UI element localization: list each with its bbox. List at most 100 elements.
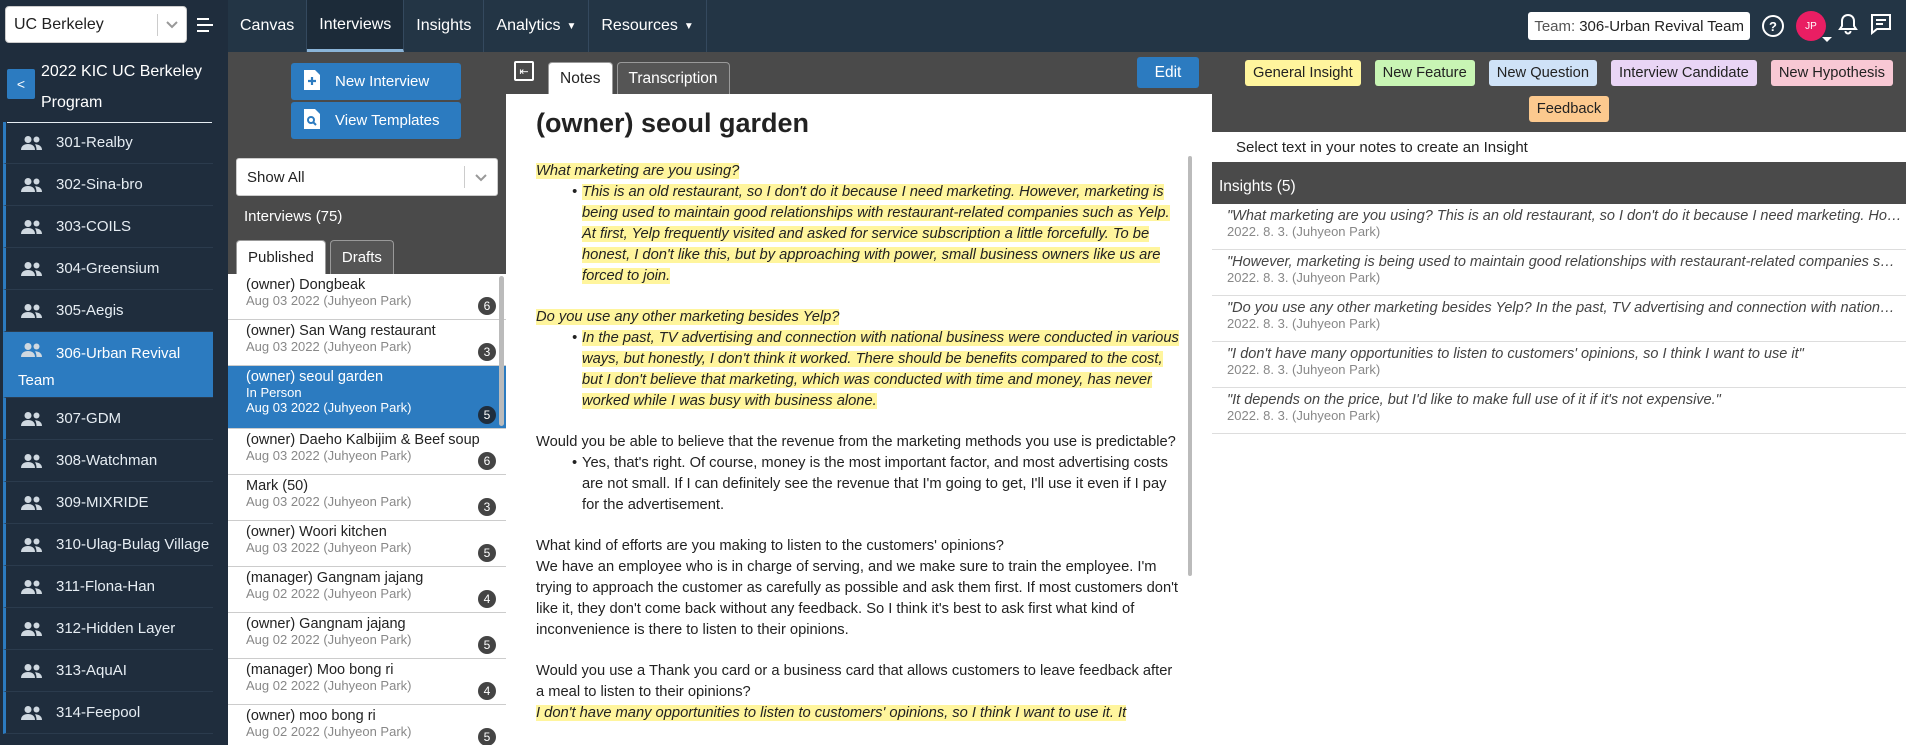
interview-list-item[interactable]: (manager) Moo bong ri Aug 02 2022 (Juhyeo… <box>228 659 506 705</box>
help-icon[interactable]: ? <box>1762 15 1784 37</box>
insight-text: "It depends on the price, but I'd like t… <box>1227 392 1721 408</box>
insight-tag-button[interactable]: New Question <box>1488 60 1597 86</box>
tab-transcription[interactable]: Transcription <box>616 62 730 94</box>
sidebar-item-label: 309-MIXRIDE <box>56 494 149 511</box>
people-icon <box>20 261 44 277</box>
sidebar-item-team[interactable]: 308-Watchman <box>3 440 213 482</box>
interview-type: In Person <box>246 385 302 400</box>
interview-name: (manager) Gangnam jajang <box>246 570 424 586</box>
filter-value: Show All <box>247 168 305 186</box>
interview-list-item[interactable]: (owner) seoul garden In Person Aug 03 2022… <box>228 366 506 429</box>
interview-name: (manager) Moo bong ri <box>246 662 394 678</box>
tab-notes[interactable]: Notes <box>548 62 613 94</box>
nav-canvas[interactable]: Canvas <box>228 0 308 52</box>
nav-analytics[interactable]: Analytics ▼ <box>484 0 590 52</box>
sidebar-item-team[interactable]: 303-COILS <box>3 206 213 248</box>
interview-name: (owner) Gangnam jajang <box>246 616 406 632</box>
people-icon <box>20 621 44 637</box>
interview-list-item[interactable]: (owner) Woori kitchen Aug 03 2022 (Juhyeo… <box>228 521 506 567</box>
insight-tag-button[interactable]: New Hypothesis <box>1770 60 1893 86</box>
tab-drafts[interactable]: Drafts <box>329 240 394 274</box>
interview-meta: Aug 03 2022 (Juhyeon Park) <box>246 400 412 415</box>
interview-list-item[interactable]: (owner) Gangnam jajang Aug 02 2022 (Juhye… <box>228 613 506 659</box>
interview-list: (owner) Dongbeak Aug 03 2022 (Juhyeon Par… <box>228 274 506 745</box>
sidebar-item-team[interactable]: 306-Urban Revival Team <box>3 332 213 398</box>
top-nav: Canvas Interviews Insights Analytics ▼ Re… <box>228 0 1906 52</box>
back-button[interactable]: < <box>7 69 35 99</box>
insight-tag-button[interactable]: General Insight <box>1245 60 1361 86</box>
sidebar-item-team[interactable]: 302-Sina-bro <box>3 164 213 206</box>
sidebar-item-team[interactable]: 313-AquAI <box>3 650 213 692</box>
avatar[interactable]: JP <box>1796 11 1832 42</box>
interview-list-scrollbar[interactable] <box>499 276 504 426</box>
notes-scrollbar[interactable] <box>1188 156 1192 576</box>
insight-list-item[interactable]: "Do you use any other marketing besides … <box>1212 296 1906 342</box>
sidebar-item-label: 306-Urban Revival <box>56 345 181 362</box>
sidebar-item-label: 312-Hidden Layer <box>56 620 176 637</box>
filter-select[interactable]: Show All <box>236 158 498 196</box>
nav-insights[interactable]: Insights <box>404 0 485 52</box>
edit-button[interactable]: Edit <box>1137 57 1199 88</box>
insight-tag-button[interactable]: Feedback <box>1528 96 1610 122</box>
interview-meta: Aug 03 2022 (Juhyeon Park) <box>246 448 412 463</box>
team-indicator[interactable]: Team: 306-Urban Revival Team <box>1528 12 1750 40</box>
new-document-icon <box>303 69 321 95</box>
nav-resources[interactable]: Resources ▼ <box>589 0 707 52</box>
tab-published[interactable]: Published <box>236 240 326 274</box>
chat-icon[interactable] <box>1870 13 1892 39</box>
insight-count-badge: 4 <box>478 590 496 608</box>
sidebar-item-team[interactable]: 301-Realby <box>3 122 213 164</box>
top-right-controls: Team: 306-Urban Revival Team ? JP <box>1528 0 1906 52</box>
sidebar-item-label: 313-AquAI <box>56 662 127 679</box>
interview-list-item[interactable]: (manager) Gangnam jajang Aug 02 2022 (Juh… <box>228 567 506 613</box>
question: Do you use any other marketing besides Y… <box>536 309 840 325</box>
sidebar-item-team[interactable]: 304-Greensium <box>3 248 213 290</box>
sidebar-item-team[interactable]: 311-Flona-Han <box>3 566 213 608</box>
sidebar-item-team[interactable]: 307-GDM <box>3 398 213 440</box>
divider <box>464 166 465 188</box>
interview-name: (owner) San Wang restaurant <box>246 323 436 339</box>
interview-list-item[interactable]: (owner) Daeho Kalbijim & Beef soup Aug 03… <box>228 429 506 475</box>
sidebar-collapse-icon[interactable] <box>197 14 219 36</box>
view-templates-button[interactable]: View Templates <box>291 102 461 139</box>
people-icon <box>20 495 44 511</box>
insight-tag-button[interactable]: Interview Candidate <box>1611 60 1757 86</box>
notes-panel: ⇤ Notes Transcription Edit (owner) seoul… <box>506 52 1212 745</box>
team-list: 301-Realby 302-Sina-bro 303-COILS 304-Green… <box>3 122 213 734</box>
search-document-icon <box>303 108 321 134</box>
chevron-down-icon <box>166 16 178 34</box>
sidebar-item-team[interactable]: 310-Ulag-Bulag Village <box>3 524 213 566</box>
notes-body[interactable]: (owner) seoul garden What marketing are … <box>506 94 1212 745</box>
insight-count-badge: 5 <box>478 406 496 424</box>
bell-icon[interactable] <box>1838 13 1858 39</box>
people-icon <box>20 705 44 721</box>
org-select-value: UC Berkeley <box>14 15 104 33</box>
nav-interviews[interactable]: Interviews <box>307 0 405 52</box>
sidebar-item-team[interactable]: 312-Hidden Layer <box>3 608 213 650</box>
insight-list-item[interactable]: "However, marketing is being used to mai… <box>1212 250 1906 296</box>
insight-list-item[interactable]: "I don't have many opportunities to list… <box>1212 342 1906 388</box>
org-select[interactable]: UC Berkeley <box>5 6 187 43</box>
people-icon <box>20 219 44 235</box>
program-title: 2022 KIC UC Berkeley Program <box>41 63 202 111</box>
interview-list-item[interactable]: (owner) San Wang restaurant Aug 03 2022 (… <box>228 320 506 366</box>
new-interview-button[interactable]: New Interview <box>291 63 461 100</box>
question: What kind of efforts are you making to l… <box>536 538 1004 554</box>
interview-list-item[interactable]: (owner) moo bong ri Aug 02 2022 (Juhyeon … <box>228 705 506 745</box>
sidebar-item-label: 301-Realby <box>56 134 133 151</box>
interview-list-item[interactable]: (owner) Dongbeak Aug 03 2022 (Juhyeon Par… <box>228 274 506 320</box>
sidebar-item-team[interactable]: 314-Feepool <box>3 692 213 734</box>
insight-list-item[interactable]: "It depends on the price, but I'd like t… <box>1212 388 1906 434</box>
people-icon <box>20 303 44 319</box>
team-value: 306-Urban Revival Team <box>1579 17 1744 35</box>
sidebar-item-team[interactable]: 305-Aegis <box>3 290 213 332</box>
insight-list-item[interactable]: "What marketing are you using? This is a… <box>1212 204 1906 250</box>
sidebar-item-label: 303-COILS <box>56 218 132 235</box>
qa-block: What marketing are you using? This is an… <box>536 161 1182 287</box>
collapse-left-icon[interactable]: ⇤ <box>514 61 534 81</box>
insight-tag-button[interactable]: New Feature <box>1374 60 1475 86</box>
sidebar-item-team[interactable]: 309-MIXRIDE <box>3 482 213 524</box>
interview-list-item[interactable]: Mark (50) Aug 03 2022 (Juhyeon Park) 3 <box>228 475 506 521</box>
sidebar-item-label: 302-Sina-bro <box>56 176 143 193</box>
qa-block: Would you use a Thank you card or a busi… <box>536 661 1182 724</box>
